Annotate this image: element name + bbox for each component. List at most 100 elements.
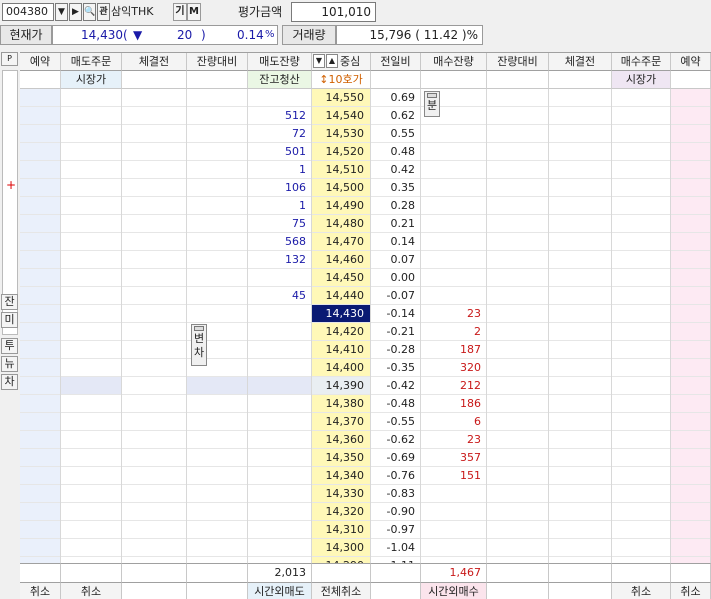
price-cell[interactable]: 14,420: [312, 323, 370, 341]
reserve-left-cell[interactable]: [20, 287, 60, 305]
price-cell[interactable]: 14,370: [312, 413, 370, 431]
sell-order-cell[interactable]: [61, 467, 121, 485]
reserve-left-cell[interactable]: [20, 431, 60, 449]
sell-order-cell[interactable]: [61, 395, 121, 413]
buy-order-cell[interactable]: [612, 233, 670, 251]
reserve-right-cell[interactable]: [671, 449, 710, 467]
sell-order-cell[interactable]: [61, 161, 121, 179]
buy-order-cell[interactable]: [612, 395, 670, 413]
search-icon[interactable]: 🔍: [83, 3, 96, 21]
sell-order-column[interactable]: [61, 89, 122, 563]
sell-order-cell[interactable]: [61, 359, 121, 377]
sell-order-cell[interactable]: [61, 449, 121, 467]
buy-order-cell[interactable]: [612, 359, 670, 377]
price-cell[interactable]: 14,360: [312, 431, 370, 449]
side-button-tu[interactable]: 투: [1, 338, 18, 354]
buy-order-cell[interactable]: [612, 521, 670, 539]
market-buy-button[interactable]: 시장가: [612, 71, 671, 89]
reserve-right-cell[interactable]: [671, 341, 710, 359]
reserve-right-cell[interactable]: [671, 413, 710, 431]
stock-code-dropdown-button[interactable]: ▼: [55, 3, 68, 21]
buy-order-cell[interactable]: [612, 125, 670, 143]
reserve-right-cell[interactable]: [671, 287, 710, 305]
sell-order-cell[interactable]: [61, 89, 121, 107]
reserve-left-cell[interactable]: [20, 503, 60, 521]
reserve-left-cell[interactable]: [20, 215, 60, 233]
next-stock-button[interactable]: ▶: [69, 3, 82, 21]
change-tag[interactable]: 변 차: [191, 324, 207, 366]
sell-order-cell[interactable]: [61, 287, 121, 305]
minute-tag[interactable]: 분: [424, 91, 440, 117]
sell-order-cell[interactable]: [61, 215, 121, 233]
ten-levels-button[interactable]: ↕10호가: [312, 71, 371, 89]
after-hours-buy-button[interactable]: 시간외매수: [421, 582, 487, 599]
buy-order-cell[interactable]: [612, 323, 670, 341]
reserve-right-cell[interactable]: [671, 395, 710, 413]
buy-order-cell[interactable]: [612, 413, 670, 431]
gi-button[interactable]: 기: [173, 3, 187, 21]
buy-order-cell[interactable]: [612, 179, 670, 197]
reserve-right-cell[interactable]: [671, 503, 710, 521]
buy-order-cell[interactable]: [612, 215, 670, 233]
buy-order-cell[interactable]: [612, 287, 670, 305]
reserve-right-cell[interactable]: [671, 431, 710, 449]
price-cell[interactable]: 14,490: [312, 197, 370, 215]
sell-order-cell[interactable]: [61, 305, 121, 323]
reserve-left-cell[interactable]: [20, 539, 60, 557]
interest-button[interactable]: 관: [97, 3, 110, 21]
buy-order-cell[interactable]: [612, 143, 670, 161]
buy-order-cell[interactable]: [612, 449, 670, 467]
buy-order-cell[interactable]: [612, 161, 670, 179]
price-cell[interactable]: 14,390: [312, 377, 370, 395]
sell-order-cell[interactable]: [61, 107, 121, 125]
sell-order-cell[interactable]: [61, 485, 121, 503]
sell-order-cell[interactable]: [61, 413, 121, 431]
reserve-right-cell[interactable]: [671, 377, 710, 395]
reserve-right-cell[interactable]: [671, 233, 710, 251]
cancel-all-button[interactable]: 전체취소: [312, 582, 371, 599]
sell-order-cell[interactable]: [61, 251, 121, 269]
reserve-left-cell[interactable]: [20, 359, 60, 377]
price-cell[interactable]: 14,530: [312, 125, 370, 143]
buy-order-column[interactable]: [612, 89, 671, 563]
reserve-right-cell[interactable]: [671, 305, 710, 323]
buy-order-cell[interactable]: [612, 539, 670, 557]
sell-order-cell[interactable]: [61, 269, 121, 287]
pin-button[interactable]: P: [1, 52, 18, 66]
buy-order-cell[interactable]: [612, 377, 670, 395]
price-cell[interactable]: 14,310: [312, 521, 370, 539]
price-cell[interactable]: 14,540: [312, 107, 370, 125]
sell-order-cell[interactable]: [61, 233, 121, 251]
price-cell[interactable]: 14,460: [312, 251, 370, 269]
reserve-right-cell[interactable]: [671, 251, 710, 269]
price-cell[interactable]: 14,500: [312, 179, 370, 197]
buy-order-cell[interactable]: [612, 107, 670, 125]
reserve-right-cell[interactable]: [671, 107, 710, 125]
buy-order-cell[interactable]: [612, 305, 670, 323]
reserve-left-cell[interactable]: [20, 125, 60, 143]
buy-order-cell[interactable]: [612, 269, 670, 287]
reserve-right-cell[interactable]: [671, 467, 710, 485]
buy-order-cell[interactable]: [612, 251, 670, 269]
reserve-left-cell[interactable]: [20, 413, 60, 431]
price-cell[interactable]: 14,320: [312, 503, 370, 521]
reserve-right-cell[interactable]: [671, 197, 710, 215]
reserve-right-cell[interactable]: [671, 359, 710, 377]
reserve-left-column[interactable]: [20, 89, 61, 563]
sell-order-cell[interactable]: [61, 539, 121, 557]
price-cell[interactable]: 14,300: [312, 539, 370, 557]
price-cell[interactable]: 14,340: [312, 467, 370, 485]
stock-code-input[interactable]: 004380: [2, 3, 54, 21]
liquidate-button[interactable]: 잔고청산: [248, 71, 312, 89]
reserve-right-cell[interactable]: [671, 179, 710, 197]
price-cell[interactable]: 14,430: [312, 305, 370, 323]
buy-order-cell[interactable]: [612, 503, 670, 521]
reserve-left-cell[interactable]: [20, 449, 60, 467]
cancel-reserve-right-button[interactable]: 취소: [671, 582, 711, 599]
price-cell[interactable]: 14,520: [312, 143, 370, 161]
sell-order-cell[interactable]: [61, 341, 121, 359]
buy-order-cell[interactable]: [612, 467, 670, 485]
reserve-right-cell[interactable]: [671, 125, 710, 143]
reserve-left-cell[interactable]: [20, 305, 60, 323]
cancel-sell-button[interactable]: 취소: [61, 582, 122, 599]
